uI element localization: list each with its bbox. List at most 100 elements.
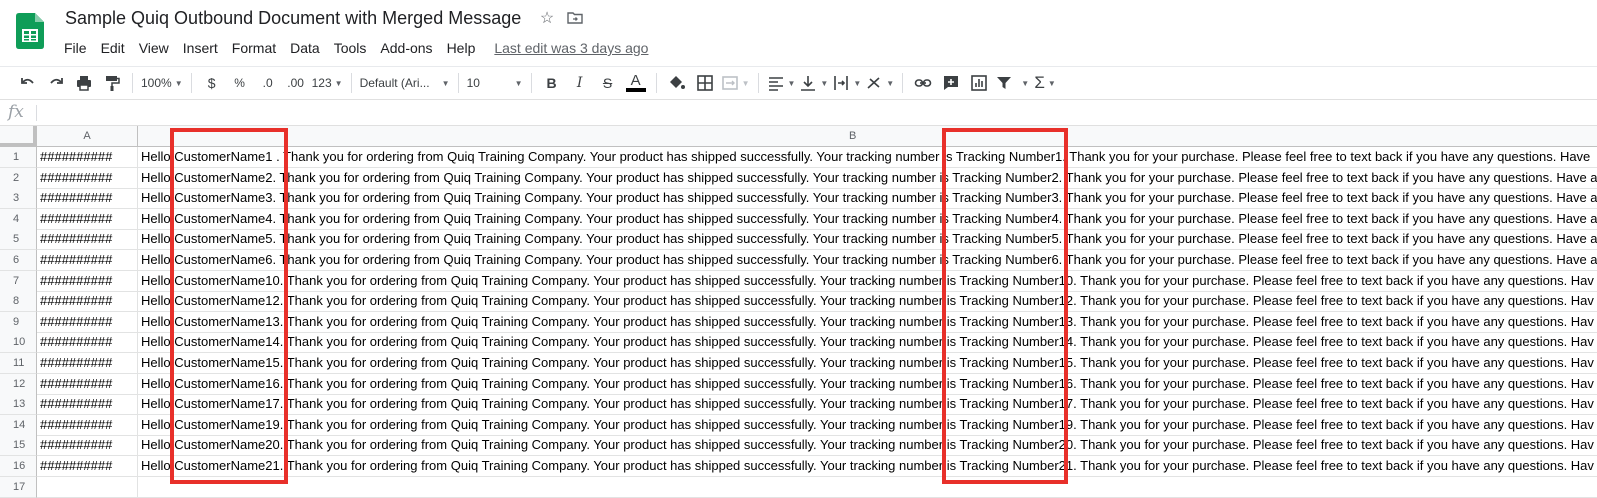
- cell-b[interactable]: Hello CustomerName1 . Thank you for orde…: [138, 147, 1597, 168]
- cell-a[interactable]: ##########: [37, 415, 138, 436]
- text-color-button[interactable]: A: [624, 71, 648, 95]
- row-header[interactable]: 9: [0, 312, 37, 333]
- cell-a[interactable]: ##########: [37, 168, 138, 189]
- cell-b[interactable]: Hello CustomerName6. Thank you for order…: [138, 250, 1597, 271]
- menu-format[interactable]: Format: [225, 40, 283, 56]
- menu-view[interactable]: View: [132, 40, 176, 56]
- row-header[interactable]: 10: [0, 332, 37, 353]
- row-header[interactable]: 14: [0, 415, 37, 436]
- column-header-b[interactable]: B: [138, 126, 1597, 147]
- fill-color-icon[interactable]: [665, 71, 689, 95]
- functions-button[interactable]: Σ ▼: [1033, 71, 1057, 95]
- merge-cells-icon[interactable]: ▼: [721, 71, 750, 95]
- text-wrapping-icon[interactable]: ▼: [832, 71, 861, 95]
- row-header[interactable]: 16: [0, 456, 37, 477]
- filter-icon[interactable]: ▼: [995, 71, 1029, 95]
- cell-b[interactable]: Hello CustomerName16. Thank you for orde…: [138, 374, 1597, 395]
- chevron-down-icon: ▼: [853, 78, 862, 88]
- percent-format-button[interactable]: %: [228, 71, 252, 95]
- undo-icon[interactable]: [16, 71, 40, 95]
- fx-icon: fx: [8, 102, 24, 122]
- redo-icon[interactable]: [44, 71, 68, 95]
- row-header[interactable]: 5: [0, 229, 37, 250]
- cell-a[interactable]: ##########: [37, 374, 138, 395]
- last-edit-link[interactable]: Last edit was 3 days ago: [494, 40, 648, 56]
- increase-decimal-button[interactable]: .00: [284, 71, 308, 95]
- row-header[interactable]: 12: [0, 374, 37, 395]
- row-header[interactable]: 13: [0, 394, 37, 415]
- menu-insert[interactable]: Insert: [176, 40, 225, 56]
- row-header[interactable]: 1: [0, 147, 37, 168]
- cell-a[interactable]: ##########: [37, 229, 138, 250]
- chevron-down-icon: ▼: [334, 78, 343, 88]
- cell-a[interactable]: ##########: [37, 332, 138, 353]
- cell-b[interactable]: Hello CustomerName2. Thank you for order…: [138, 168, 1597, 189]
- font-size-select[interactable]: 10 ▼: [467, 71, 523, 95]
- cell-b[interactable]: Hello CustomerName14. Thank you for orde…: [138, 332, 1597, 353]
- cell-a[interactable]: ##########: [37, 456, 138, 477]
- currency-format-button[interactable]: $: [200, 71, 224, 95]
- menu-add-ons[interactable]: Add-ons: [373, 40, 439, 56]
- cell-a[interactable]: ##########: [37, 394, 138, 415]
- row-header[interactable]: 8: [0, 291, 37, 312]
- print-icon[interactable]: [72, 71, 96, 95]
- select-all-corner[interactable]: [0, 126, 37, 147]
- cell-b[interactable]: Hello CustomerName21. Thank you for orde…: [138, 456, 1597, 477]
- cell-b[interactable]: Hello CustomerName17. Thank you for orde…: [138, 394, 1597, 415]
- sheets-logo-icon[interactable]: [16, 13, 44, 49]
- cell-a[interactable]: ##########: [37, 291, 138, 312]
- row-header[interactable]: 7: [0, 271, 37, 292]
- cell-b[interactable]: Hello CustomerName15. Thank you for orde…: [138, 353, 1597, 374]
- cell-b[interactable]: Hello CustomerName19. Thank you for orde…: [138, 415, 1597, 436]
- cell-a[interactable]: ##########: [37, 271, 138, 292]
- more-formats-select[interactable]: 123 ▼: [312, 71, 343, 95]
- cell-b[interactable]: Hello CustomerName12. Thank you for orde…: [138, 291, 1597, 312]
- cell-a[interactable]: ##########: [37, 435, 138, 456]
- menu-edit[interactable]: Edit: [94, 40, 132, 56]
- cell-b[interactable]: Hello CustomerName4. Thank you for order…: [138, 209, 1597, 230]
- cell-a[interactable]: ##########: [37, 312, 138, 333]
- strikethrough-button[interactable]: S: [596, 71, 620, 95]
- chevron-down-icon: ▼: [514, 78, 523, 88]
- cell-a[interactable]: ##########: [37, 209, 138, 230]
- row-header[interactable]: 15: [0, 435, 37, 456]
- cell-b[interactable]: Hello CustomerName13. Thank you for orde…: [138, 312, 1597, 333]
- italic-button[interactable]: I: [568, 71, 592, 95]
- move-folder-icon[interactable]: [566, 10, 584, 28]
- row-header[interactable]: 2: [0, 168, 37, 189]
- insert-chart-icon[interactable]: [967, 71, 991, 95]
- cell-b[interactable]: Hello CustomerName10. Thank you for orde…: [138, 271, 1597, 292]
- column-header-a[interactable]: A: [37, 126, 138, 147]
- text-rotation-icon[interactable]: ▼: [865, 71, 894, 95]
- formula-bar[interactable]: fx: [0, 101, 1597, 126]
- bold-button[interactable]: B: [540, 71, 564, 95]
- document-title[interactable]: Sample Quiq Outbound Document with Merge…: [65, 8, 521, 29]
- cell-b[interactable]: Hello CustomerName3. Thank you for order…: [138, 188, 1597, 209]
- vertical-align-icon[interactable]: ▼: [799, 71, 828, 95]
- menu-file[interactable]: File: [57, 40, 94, 56]
- star-icon[interactable]: ☆: [538, 10, 556, 28]
- cell-b[interactable]: Hello CustomerName20. Thank you for orde…: [138, 435, 1597, 456]
- menu-help[interactable]: Help: [440, 40, 483, 56]
- row-header[interactable]: 4: [0, 209, 37, 230]
- cell-a[interactable]: ##########: [37, 250, 138, 271]
- font-select[interactable]: Default (Ari... ▼: [360, 71, 450, 95]
- zoom-select[interactable]: 100% ▼: [141, 71, 183, 95]
- menu-data[interactable]: Data: [283, 40, 327, 56]
- paint-format-icon[interactable]: [100, 71, 124, 95]
- decrease-decimal-button[interactable]: .0: [256, 71, 280, 95]
- row-header[interactable]: 6: [0, 250, 37, 271]
- chevron-down-icon: ▼: [741, 78, 750, 88]
- row-header[interactable]: 3: [0, 188, 37, 209]
- cell-b[interactable]: Hello CustomerName5. Thank you for order…: [138, 229, 1597, 250]
- borders-icon[interactable]: [693, 71, 717, 95]
- cell-a[interactable]: ##########: [37, 353, 138, 374]
- cell-a[interactable]: ##########: [37, 147, 138, 168]
- menu-tools[interactable]: Tools: [327, 40, 374, 56]
- horizontal-align-icon[interactable]: ▼: [767, 71, 795, 95]
- insert-comment-icon[interactable]: [939, 71, 963, 95]
- insert-link-icon[interactable]: [911, 71, 935, 95]
- row-header[interactable]: 11: [0, 353, 37, 374]
- cell-a[interactable]: ##########: [37, 188, 138, 209]
- toolbar: 100% ▼ $ % .0 .00 123 ▼ Default (Ari... ▼ 1…: [0, 66, 1597, 100]
